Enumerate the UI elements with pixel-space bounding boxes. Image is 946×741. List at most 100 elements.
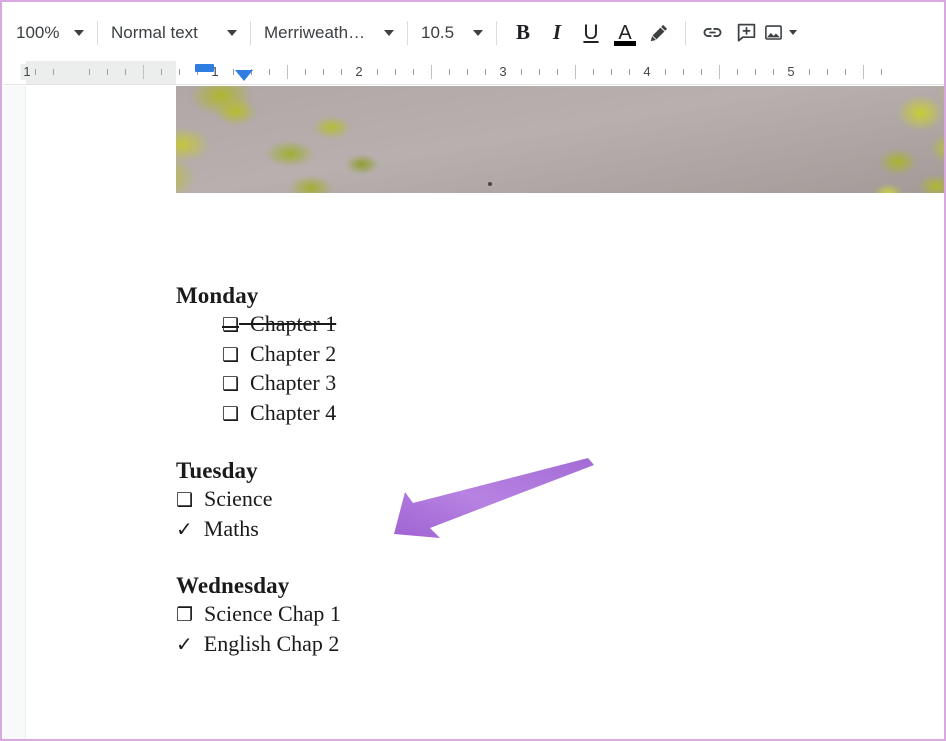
ruler-tick: [341, 69, 342, 75]
ruler-tick: [449, 69, 450, 75]
document-body-text[interactable]: Monday ❑ Chapter 1 ❑ Chapter 2 ❑ Chapter 3 ❑…: [176, 281, 876, 658]
checkbox-icon[interactable]: ❐: [176, 604, 193, 626]
zoom-dropdown[interactable]: 100%: [12, 18, 88, 48]
highlight-pen-icon: [650, 24, 668, 41]
font-size-label: 10.5: [421, 23, 455, 42]
paragraph-style-dropdown[interactable]: Normal text: [107, 18, 241, 48]
ruler-tick: [881, 69, 882, 75]
check-mark-icon[interactable]: ✓: [176, 517, 193, 541]
chevron-down-icon: [473, 29, 483, 36]
ruler-number: 1: [20, 64, 34, 80]
ruler-tick: [737, 69, 738, 75]
ruler-tick: [107, 69, 108, 75]
checklist-item[interactable]: ❑ Chapter 2: [176, 340, 876, 370]
ruler-tick: [431, 65, 432, 79]
ruler-tick: [683, 69, 684, 75]
checklist-item[interactable]: ❑ Chapter 3: [176, 369, 876, 399]
ruler-tick: [701, 69, 702, 75]
checkbox-icon[interactable]: ❑: [222, 344, 239, 366]
ruler-number: 3: [496, 64, 510, 80]
ruler-track[interactable]: 123451: [20, 61, 944, 84]
highlight-color-button[interactable]: [642, 17, 676, 49]
ruler-tick: [323, 69, 324, 75]
font-family-dropdown[interactable]: Merriweath…: [260, 18, 398, 48]
checklist-item-label: Chapter 1: [239, 311, 337, 336]
ruler-tick: [125, 69, 126, 75]
chevron-down-icon: [74, 29, 84, 36]
ruler-tick: [143, 65, 144, 79]
left-indent-marker[interactable]: [195, 64, 214, 72]
ruler-tick: [269, 69, 270, 75]
check-mark-icon[interactable]: ✓: [176, 632, 193, 656]
ruler-tick: [665, 69, 666, 75]
checklist-item-label: English Chap 2: [192, 630, 340, 656]
ruler-tick: [629, 69, 630, 75]
photo-speck: [488, 182, 492, 186]
checklist-item-label: Science Chap 1: [193, 601, 341, 626]
checklist-item[interactable]: ❑ Chapter 4: [176, 399, 876, 429]
day-heading: Wednesday: [176, 573, 290, 598]
ruler-number: 4: [640, 64, 654, 80]
document-page[interactable]: Monday ❑ Chapter 1 ❑ Chapter 2 ❑ Chapter 3 ❑…: [26, 86, 944, 739]
ruler-tick: [305, 69, 306, 75]
document-editor-window: 100% Normal text Merriweath… 10.5 B I U: [0, 0, 946, 741]
insert-link-button[interactable]: [695, 17, 729, 49]
document-ruler[interactable]: 123451: [4, 61, 944, 85]
bold-button[interactable]: B: [506, 17, 540, 49]
add-comment-icon: [737, 23, 755, 42]
toolbar-separator: [407, 20, 408, 45]
zoom-level-label: 100%: [16, 23, 60, 42]
checklist-item-label: Chapter 4: [239, 399, 337, 425]
italic-button[interactable]: I: [540, 17, 574, 49]
ruler-tick: [539, 69, 540, 75]
insert-image-icon: [765, 25, 782, 40]
italic-icon: I: [552, 20, 562, 44]
ruler-tick: [395, 69, 396, 75]
ruler-tick: [89, 69, 90, 75]
text-color-button[interactable]: A: [608, 17, 642, 49]
paragraph-style-label: Normal text: [111, 23, 198, 42]
toolbar-separator: [97, 20, 98, 45]
checklist-item[interactable]: ❐ Science Chap 1: [176, 600, 876, 630]
text-color-icon: A: [618, 21, 632, 44]
ruler-tick: [845, 69, 846, 75]
checklist-item-label: Maths: [192, 515, 259, 541]
ruler-left-margin-area: [26, 61, 176, 84]
toolbar-separator: [685, 20, 686, 45]
text-color-swatch: [614, 40, 636, 46]
checkbox-icon[interactable]: ❑: [222, 373, 239, 395]
chevron-down-icon: [789, 30, 797, 35]
day-heading: Monday: [176, 283, 259, 308]
insert-image-button[interactable]: [763, 17, 797, 49]
ruler-tick: [863, 65, 864, 79]
first-line-indent-marker[interactable]: [235, 70, 253, 81]
ruler-tick: [773, 69, 774, 75]
checklist-item-label: Chapter 3: [239, 370, 337, 395]
checklist-item[interactable]: ❑ Science: [176, 485, 876, 515]
underline-button[interactable]: U: [574, 17, 608, 49]
ruler-tick: [467, 69, 468, 75]
font-size-dropdown[interactable]: 10.5: [417, 18, 487, 48]
ruler-tick: [53, 69, 54, 75]
checkbox-icon[interactable]: ❑: [176, 489, 193, 511]
ruler-tick: [287, 65, 288, 79]
ruler-tick: [161, 69, 162, 75]
checklist-item[interactable]: ✓ English Chap 2: [176, 630, 876, 659]
ruler-tick: [809, 69, 810, 75]
day-heading: Tuesday: [176, 458, 258, 483]
add-comment-button[interactable]: [729, 17, 763, 49]
ruler-tick: [485, 69, 486, 75]
checkbox-icon[interactable]: ❑: [222, 314, 239, 336]
chevron-down-icon: [384, 29, 394, 36]
checklist-item[interactable]: ✓ Maths: [176, 515, 876, 544]
insert-link-icon: [703, 28, 721, 37]
ruler-tick: [233, 69, 234, 75]
photo-foliage-left: [176, 86, 446, 193]
document-header-image[interactable]: [176, 86, 944, 193]
checklist-item[interactable]: ❑ Chapter 1: [176, 310, 876, 340]
ruler-tick: [611, 69, 612, 75]
ruler-tick: [413, 69, 414, 75]
checkbox-icon[interactable]: ❑: [222, 403, 239, 425]
